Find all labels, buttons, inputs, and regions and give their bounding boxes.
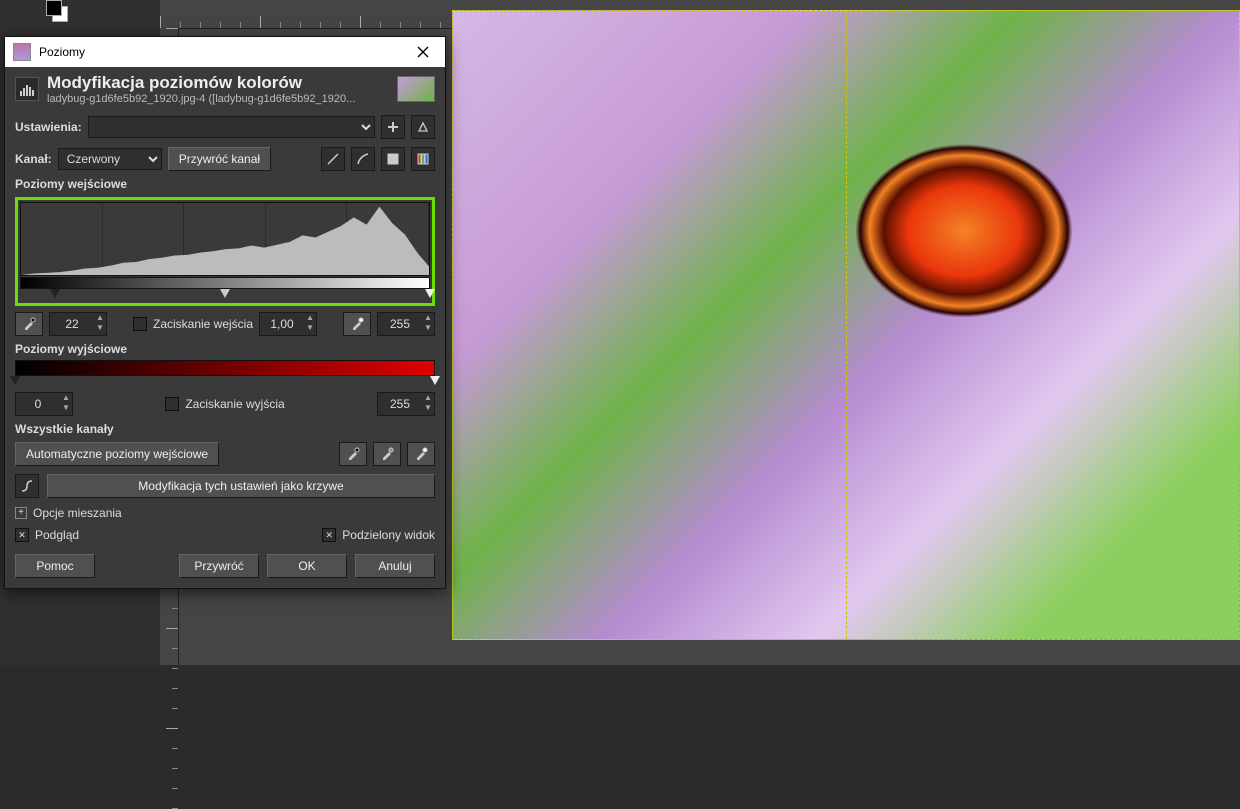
hist-linear-icon[interactable] [321,147,345,171]
reset-button[interactable]: Przywróć [179,554,259,578]
input-values-row: ▲▼ Zaciskanie wejścia ▲▼ ▲▼ [5,308,445,340]
pick-gray-icon[interactable] [373,442,401,466]
workspace: Poziomy Modyfikacja poziomów kolorów lad… [0,0,1240,665]
clamp-output-label: Zaciskanie wyjścia [185,397,284,411]
reset-channel-button[interactable]: Przywróć kanał [168,147,271,171]
hist-lum-icon[interactable] [381,147,405,171]
output-high-value[interactable] [378,396,422,412]
channel-row: Kanał: Czerwony Przywróć kanał [5,143,445,175]
clamp-input-label: Zaciskanie wejścia [153,317,253,331]
input-low-spin[interactable]: ▲▼ [49,312,107,336]
help-button[interactable]: Pomoc [15,554,95,578]
output-levels-label: Poziomy wyjściowe [5,340,445,358]
presets-label: Ustawienia: [15,120,82,134]
output-low-value[interactable] [16,396,60,412]
output-high-handle[interactable] [430,376,440,385]
split-view-check[interactable]: Podzielony widok [322,528,435,542]
preview-row: Podgląd Podzielony widok [5,524,445,546]
input-levels-label: Poziomy wejściowe [5,175,445,193]
preview-label: Podgląd [35,528,79,542]
pick-black-icon[interactable] [339,442,367,466]
white-eyedropper-icon[interactable] [343,312,371,336]
clamp-output-check[interactable]: Zaciskanie wyjścia [165,397,284,411]
dialog-subheading: ladybug-g1d6fe5b92_1920.jpg-4 ([ladybug-… [47,93,389,105]
dialog-footer: Pomoc Przywróć OK Anuluj [5,546,445,588]
output-gradient [15,360,435,376]
input-high-value[interactable] [378,316,422,332]
input-gamma-value[interactable] [260,316,304,332]
ok-button[interactable]: OK [267,554,347,578]
all-channels-label: Wszystkie kanały [5,420,445,438]
image-canvas[interactable] [452,10,1240,640]
output-high-spin[interactable]: ▲▼ [377,392,435,416]
levels-dialog: Poziomy Modyfikacja poziomów kolorów lad… [4,36,446,589]
window-icon [13,43,31,61]
close-icon[interactable] [409,38,437,66]
input-high-spin[interactable]: ▲▼ [377,312,435,336]
dialog-header: Modyfikacja poziomów kolorów ladybug-g1d… [5,67,445,111]
fg-color[interactable] [46,0,62,16]
output-slider[interactable] [15,376,435,388]
black-eyedropper-icon[interactable] [15,312,43,336]
split-preview-line[interactable] [846,11,847,639]
expand-plus-icon: + [15,507,27,519]
clamp-input-check[interactable]: Zaciskanie wejścia [133,317,253,331]
output-low-spin[interactable]: ▲▼ [15,392,73,416]
input-gamma-spin[interactable]: ▲▼ [259,312,317,336]
preview-check[interactable]: Podgląd [15,528,79,542]
channel-select[interactable]: Czerwony [58,148,162,170]
add-preset-icon[interactable] [381,115,405,139]
image-thumb [397,76,435,102]
input-gradient [20,277,430,289]
auto-levels-button[interactable]: Automatyczne poziomy wejściowe [15,442,219,466]
dialog-heading: Modyfikacja poziomów kolorów [47,73,389,93]
curves-icon [15,474,39,498]
cancel-button[interactable]: Anuluj [355,554,435,578]
input-high-handle[interactable] [425,289,435,298]
input-histogram-highlight [15,197,435,306]
output-low-handle[interactable] [10,376,20,385]
presets-row: Ustawienia: [5,111,445,143]
hist-log-icon[interactable] [351,147,375,171]
presets-select[interactable] [88,116,375,138]
input-gamma-handle[interactable] [220,289,230,298]
blend-options-expander[interactable]: + Opcje mieszania [5,502,445,524]
channel-label: Kanał: [15,152,52,166]
all-channels-row: Automatyczne poziomy wejściowe [5,438,445,470]
split-view-label: Podzielony widok [342,528,435,542]
titlebar[interactable]: Poziomy [5,37,445,67]
input-low-handle[interactable] [50,289,60,298]
pick-white-icon[interactable] [407,442,435,466]
edit-as-curves-button[interactable]: Modyfikacja tych ustawień jako krzywe [47,474,435,498]
fgbg-swatch[interactable] [46,0,68,22]
hist-rgb-icon[interactable] [411,147,435,171]
curves-row: Modyfikacja tych ustawień jako krzywe [5,470,445,502]
input-low-value[interactable] [50,316,94,332]
levels-icon [15,77,39,101]
window-title: Poziomy [39,45,401,59]
output-values-row: ▲▼ Zaciskanie wyjścia ▲▼ [5,388,445,420]
input-histogram[interactable] [20,202,430,276]
preset-menu-icon[interactable] [411,115,435,139]
input-slider[interactable] [20,289,430,301]
blend-options-label: Opcje mieszania [33,506,122,520]
